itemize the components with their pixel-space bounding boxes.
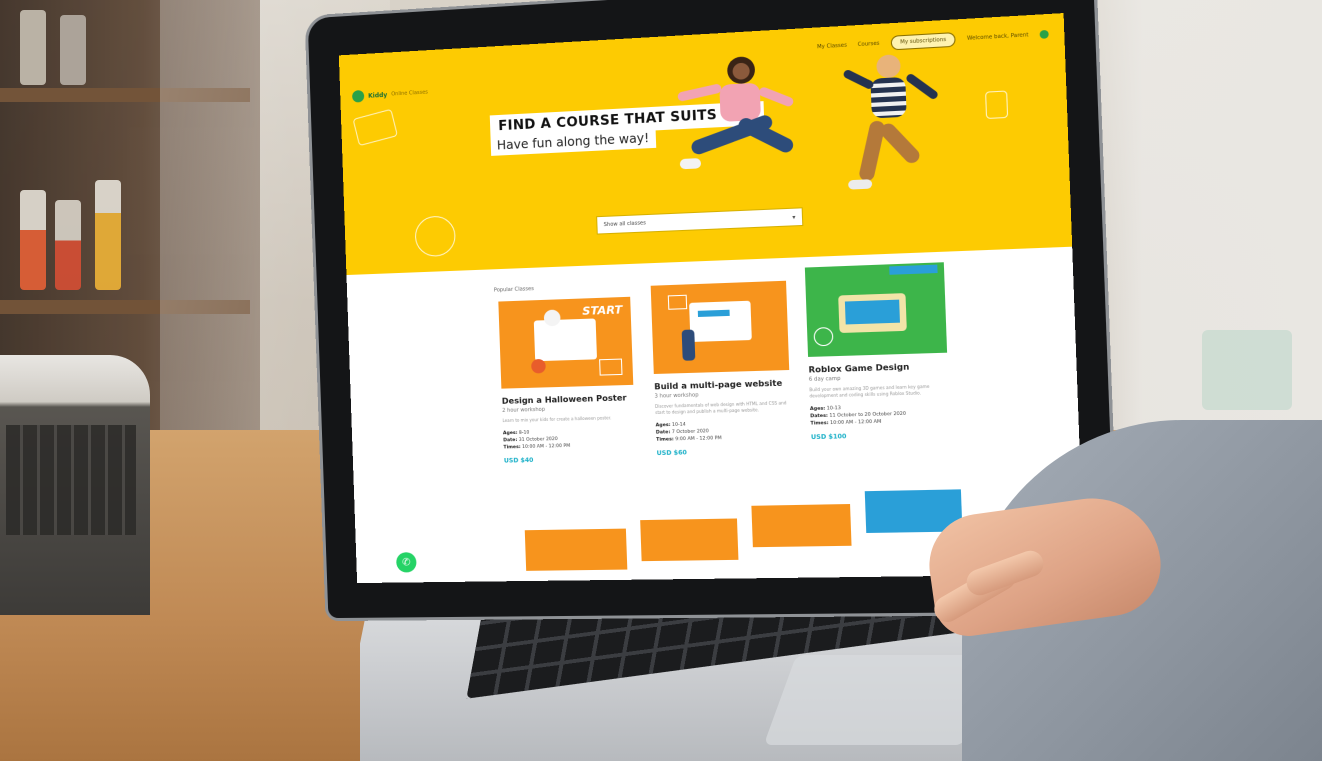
ages-value: 8-10 <box>518 430 530 436</box>
course-image[interactable] <box>650 280 790 374</box>
jar <box>95 180 121 290</box>
boy-leg <box>877 120 923 166</box>
boy-sweater <box>870 76 907 119</box>
jar <box>60 15 86 85</box>
top-nav: My Classes Courses My subscriptions Welc… <box>817 27 1049 55</box>
jumping-girl-image <box>676 51 809 202</box>
avatar[interactable] <box>1039 29 1049 39</box>
course-cards: START Design a Halloween Poster 2 hour w… <box>498 262 948 465</box>
girl-arm <box>757 85 795 108</box>
course-card[interactable]: Build a multi-page website 3 hour worksh… <box>650 280 793 458</box>
nav-courses[interactable]: Courses <box>858 41 880 48</box>
class-filter-value: Show all classes <box>603 220 647 229</box>
course-price: USD $60 <box>656 449 687 458</box>
hero-banner: Kiddy Online Classes My Classes Courses … <box>338 13 1073 276</box>
ages-value: 10-14 <box>671 422 686 428</box>
date-value: 7 October 2020 <box>671 429 709 436</box>
course-subtitle: 3 hour workshop <box>654 392 699 400</box>
section-label: Popular Classes <box>493 286 534 294</box>
course-card-partial[interactable] <box>751 504 852 548</box>
course-meta: Ages: 10-13 Dates: 11 October to 20 Octo… <box>810 402 950 428</box>
times-label: Times: <box>810 420 829 427</box>
nav-my-classes[interactable]: My Classes <box>817 42 847 50</box>
boy-arm <box>904 72 940 101</box>
course-image-text: START <box>582 303 623 318</box>
web-page-illustration <box>697 309 730 317</box>
jumping-boy-image <box>841 51 956 213</box>
whatsapp-icon[interactable]: ✆ <box>395 552 417 573</box>
course-card-partial[interactable] <box>524 528 628 571</box>
nav-user-menu[interactable]: Welcome back, Parent <box>967 32 1029 42</box>
course-price: USD $40 <box>503 456 534 465</box>
laptop-screen: Kiddy Online Classes My Classes Courses … <box>338 13 1085 584</box>
banner-illustration <box>889 264 938 275</box>
date-label: Date: <box>655 430 671 436</box>
dates-label: Dates: <box>810 413 829 420</box>
course-subtitle: 2 hour workshop <box>502 406 546 414</box>
logo-icon <box>352 89 365 103</box>
background-keyboard <box>6 425 136 535</box>
jar <box>55 200 81 290</box>
pumpkin-illustration <box>531 358 546 374</box>
class-filter-select[interactable]: Show all classes ▾ <box>596 207 804 235</box>
boy-arm <box>842 68 875 91</box>
screen-illustration <box>533 318 598 362</box>
jar <box>20 190 46 290</box>
date-value: 31 October 2020 <box>518 436 558 443</box>
ages-label: Ages: <box>502 430 518 437</box>
times-label: Times: <box>656 437 674 443</box>
dates-value: 11 October to 20 October 2020 <box>829 411 907 419</box>
course-image[interactable]: START <box>498 296 634 389</box>
times-label: Times: <box>503 444 521 451</box>
course-description: Build your own amazing 3D games and lear… <box>809 383 930 399</box>
ages-label: Ages: <box>655 422 671 429</box>
course-description: Learn to mix your kids for create a hall… <box>502 415 612 424</box>
background-laptop <box>0 355 150 615</box>
course-meta: Ages: 8-10 Date: 31 October 2020 Times: … <box>503 427 636 452</box>
course-card[interactable]: START Design a Halloween Poster 2 hour w… <box>498 296 636 465</box>
girl-shoe <box>679 158 702 170</box>
ages-value: 10-13 <box>826 406 842 412</box>
course-card-partial[interactable] <box>640 518 739 562</box>
girl-arm <box>676 83 723 103</box>
book-doodle-icon <box>352 108 398 147</box>
site-logo[interactable]: Kiddy Online Classes <box>352 86 429 103</box>
course-subtitle: 6 day camp <box>808 375 841 383</box>
date-label: Date: <box>503 437 518 444</box>
game-screen-illustration <box>844 299 900 325</box>
phone-doodle-icon <box>985 90 1009 120</box>
refresh-illustration <box>813 326 834 347</box>
folder-illustration <box>599 358 623 376</box>
background-plant <box>1202 330 1292 410</box>
ages-label: Ages: <box>809 406 826 413</box>
chevron-down-icon: ▾ <box>792 213 796 221</box>
course-description: Discover fundamentals of web design with… <box>654 400 787 416</box>
times-value: 10:00 AM - 12:00 AM <box>830 419 882 427</box>
times-value: 10:00 AM - 12:00 PM <box>522 443 571 451</box>
lightbulb-doodle-icon <box>414 215 457 258</box>
nav-subscriptions-button[interactable]: My subscriptions <box>890 32 957 51</box>
monitor-illustration <box>689 300 752 342</box>
course-card[interactable]: Roblox Game Design 6 day camp Build your… <box>804 262 950 442</box>
person-illustration <box>681 329 696 361</box>
boy-head <box>876 54 901 79</box>
jar <box>20 10 46 85</box>
logo-subtitle: Online Classes <box>391 89 429 98</box>
course-price: USD $100 <box>810 433 847 442</box>
chat-illustration <box>667 294 688 310</box>
girl-sweater <box>719 82 761 122</box>
times-value: 9:00 AM - 12:00 PM <box>675 436 722 443</box>
boy-shoe <box>848 179 873 190</box>
hero-subline: Have fun along the way! <box>496 130 650 153</box>
course-image[interactable] <box>804 262 948 357</box>
logo-text: Kiddy <box>367 91 388 100</box>
course-meta: Ages: 10-14 Date: 7 October 2020 Times: … <box>656 419 792 444</box>
